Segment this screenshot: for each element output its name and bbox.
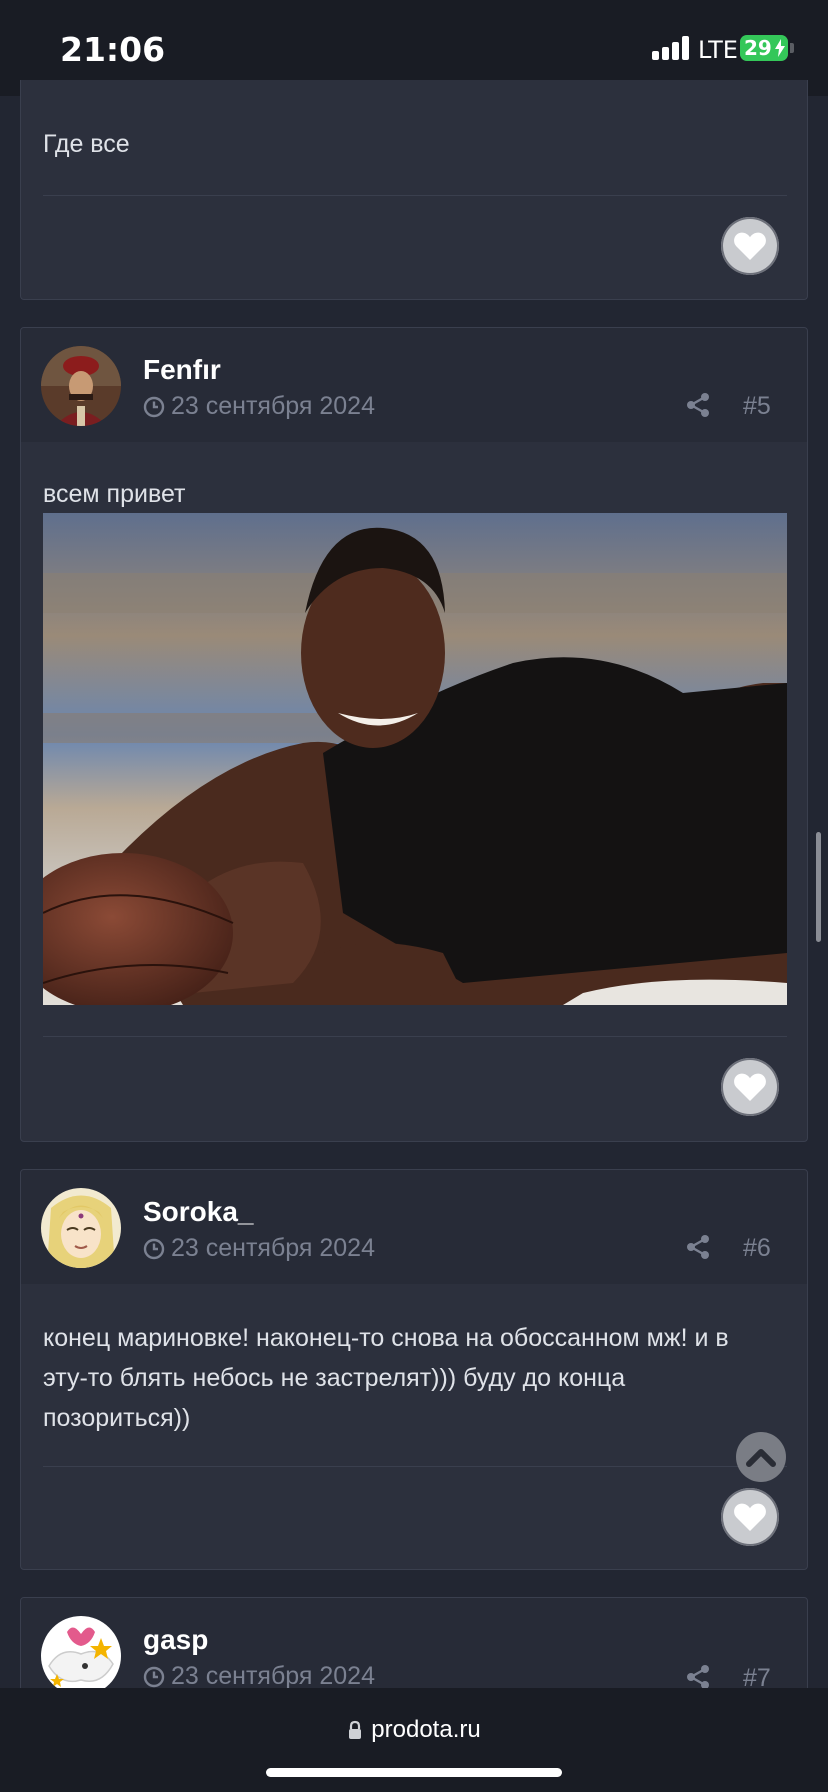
avatar[interactable] xyxy=(41,1188,121,1268)
post-card: Где все xyxy=(20,80,808,300)
clock-icon xyxy=(143,1666,165,1687)
author-name[interactable]: Fenfır xyxy=(143,354,221,386)
url-text: prodota.ru xyxy=(371,1716,481,1743)
post-date-text: 23 сентября 2024 xyxy=(171,1234,375,1262)
clock-icon xyxy=(143,1238,165,1259)
clock-icon xyxy=(143,396,165,417)
divider xyxy=(43,1036,787,1037)
post-number[interactable]: #5 xyxy=(743,392,771,421)
author-name[interactable]: gasp xyxy=(143,1624,208,1656)
divider xyxy=(43,195,787,196)
heart-icon xyxy=(734,1503,766,1531)
avatar[interactable] xyxy=(41,346,121,426)
chevron-up-icon xyxy=(746,1449,776,1467)
share-icon[interactable] xyxy=(685,392,711,418)
post-header: Soroka_ 23 сентября 2024 #6 xyxy=(21,1170,807,1284)
page-scrollbar[interactable] xyxy=(816,832,821,942)
post-date: 23 сентября 2024 xyxy=(143,1234,375,1263)
browser-bottom-bar: prodota.ru xyxy=(0,1688,828,1792)
battery-icon: 29 xyxy=(740,35,788,61)
post-image xyxy=(21,513,787,1013)
share-icon[interactable] xyxy=(685,1664,711,1690)
post-text: Где все xyxy=(43,130,130,158)
scroll-to-top-button[interactable] xyxy=(736,1432,786,1482)
divider xyxy=(43,1466,787,1467)
signal-strength-icon xyxy=(652,36,692,60)
post-date-text: 23 сентября 2024 xyxy=(171,392,375,420)
post-date: 23 сентября 2024 xyxy=(143,1662,375,1691)
post-date: 23 сентября 2024 xyxy=(143,392,375,421)
post-text: всем привет xyxy=(43,480,186,508)
post-date-text: 23 сентября 2024 xyxy=(171,1662,375,1690)
home-indicator[interactable] xyxy=(266,1768,562,1777)
battery-level: 29 xyxy=(744,36,772,60)
lock-icon xyxy=(349,1720,362,1739)
post-card: Soroka_ 23 сентября 2024 #6 конец марино… xyxy=(20,1169,808,1570)
post-card: Fenfır 23 сентября 2024 #5 всем привет xyxy=(20,327,808,1142)
network-type: LTE xyxy=(698,36,738,64)
share-icon[interactable] xyxy=(685,1234,711,1260)
post-number[interactable]: #6 xyxy=(743,1234,771,1263)
author-name[interactable]: Soroka_ xyxy=(143,1196,254,1228)
heart-icon xyxy=(734,1073,766,1101)
heart-icon xyxy=(734,232,766,260)
post-text: конец мариновке! наконец-то снова на обо… xyxy=(43,1324,729,1432)
address-bar[interactable]: prodota.ru xyxy=(0,1716,828,1744)
battery-nub xyxy=(790,43,794,53)
like-button[interactable] xyxy=(721,1488,779,1546)
like-button[interactable] xyxy=(721,217,779,275)
avatar[interactable] xyxy=(41,1616,121,1696)
like-button[interactable] xyxy=(721,1058,779,1116)
post-header: Fenfır 23 сентября 2024 #5 xyxy=(21,328,807,442)
status-time: 21:06 xyxy=(60,30,166,69)
